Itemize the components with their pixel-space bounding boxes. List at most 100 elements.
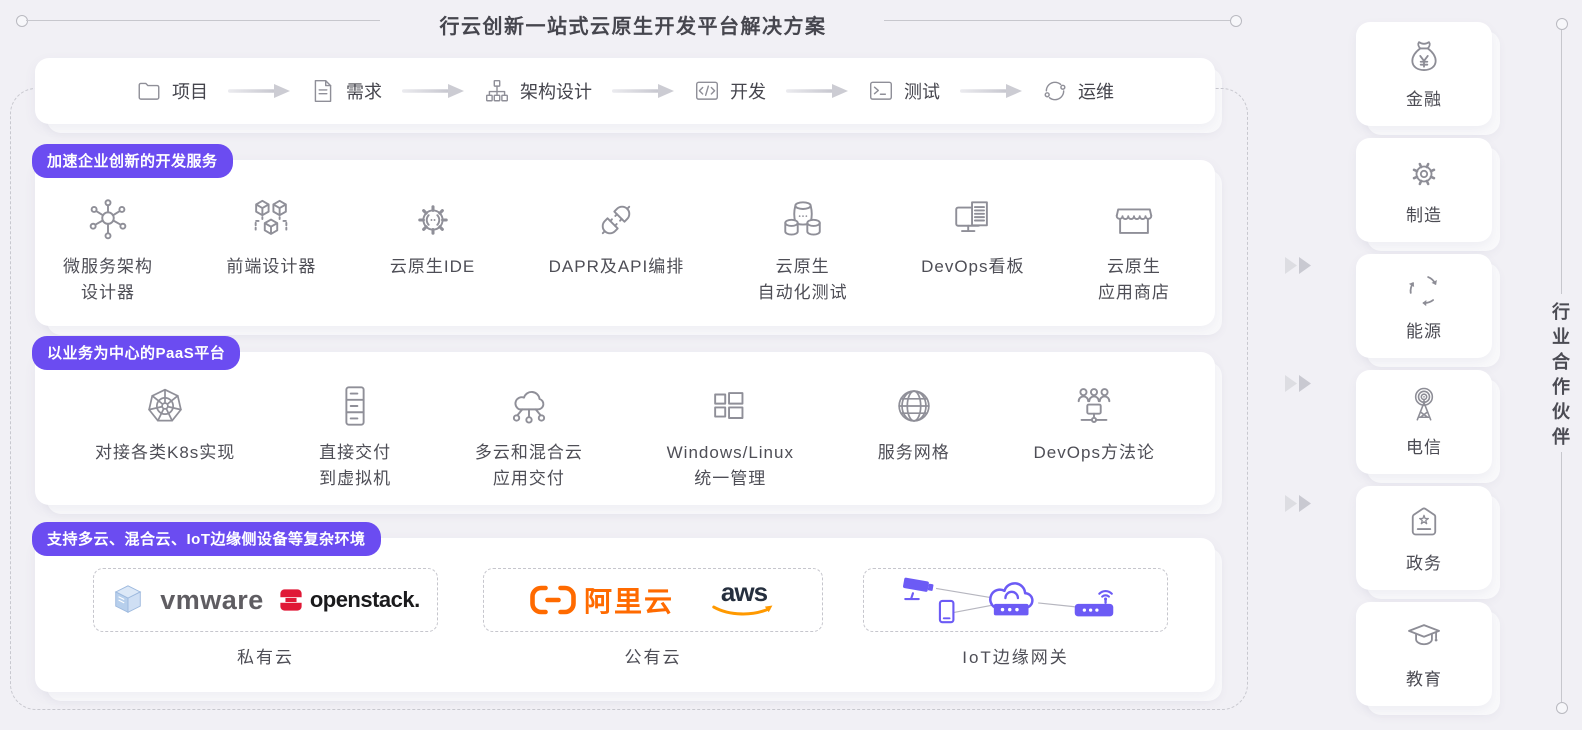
iot-edge-box xyxy=(863,568,1168,632)
dev-services-card: 加速企业创新的开发服务 微服务架构 设计器 前端设计器 云原生IDE DAPR及… xyxy=(32,144,1222,335)
workflow-step-operations: 运维 xyxy=(1042,78,1114,104)
service-item-label: DevOps方法论 xyxy=(1033,443,1155,462)
frontend-designer-icon xyxy=(255,199,288,235)
environments-card: 支持多云、混合云、IoT边缘侧设备等复杂环境 vmware openstack.… xyxy=(32,522,1222,701)
industry-label: 政务 xyxy=(1406,554,1442,573)
workflow-step-project: 项目 xyxy=(136,78,208,104)
service-item: DevOps看板 xyxy=(921,194,1024,280)
aws-logo: aws xyxy=(712,576,776,619)
service-item-label: 云原生 应用商店 xyxy=(1097,257,1170,302)
service-item-label: 直接交付 到虚拟机 xyxy=(319,443,392,488)
architecture-icon xyxy=(486,80,508,102)
industry-label: 制造 xyxy=(1406,206,1442,225)
devops-methodology-icon xyxy=(1077,388,1111,423)
service-item-label: 前端设计器 xyxy=(226,257,317,276)
page-title: 行云创新一站式云原生开发平台解决方案 xyxy=(439,16,827,38)
service-item-label: 服务网格 xyxy=(877,443,950,462)
industry-label: 教育 xyxy=(1406,670,1442,689)
industry-card-telecom: 电信 xyxy=(1356,370,1500,483)
money-bag-icon xyxy=(1411,41,1437,72)
public-cloud-box: 阿里云 aws xyxy=(483,568,823,632)
service-mesh-globe-icon xyxy=(898,390,930,422)
paas-platform-badge: 以业务为中心的PaaS平台 xyxy=(32,336,241,370)
private-cloud-box: vmware openstack. xyxy=(93,568,438,632)
solution-diagram: 行云创新一站式云原生开发平台解决方案 项目 需求 架构设计 开发 测试 运维 加… xyxy=(0,0,1582,730)
workflow-step-label: 项目 xyxy=(172,82,208,102)
service-item: 前端设计器 xyxy=(226,194,316,280)
sync-cycle-icon xyxy=(1044,81,1066,101)
code-window-icon xyxy=(696,81,718,100)
flow-arrow-icon xyxy=(402,84,464,98)
multicloud-delivery-icon xyxy=(512,391,545,424)
iot-edge-label: IoT边缘网关 xyxy=(962,648,1069,667)
service-item: 对接各类K8s实现 xyxy=(95,380,235,466)
openstack-wordmark: openstack. xyxy=(309,587,420,612)
vmware-logo: vmware xyxy=(160,584,264,615)
partner-rail-line-bottom xyxy=(1561,452,1562,702)
workflow-step-label: 架构设计 xyxy=(520,82,592,102)
industry-label: 能源 xyxy=(1406,322,1442,341)
public-cloud-group: 阿里云 aws 公有云 xyxy=(483,568,823,668)
server-cube-icon xyxy=(114,585,142,614)
alibaba-cloud-wordmark: 阿里云 xyxy=(583,586,674,617)
chevron-right-icon xyxy=(1285,257,1311,274)
partner-rail-dot-bottom xyxy=(1556,702,1568,714)
document-icon xyxy=(314,80,332,102)
iot-devices-icon xyxy=(902,577,1113,624)
workflow-step-testing: 测试 xyxy=(868,78,940,104)
kubernetes-wheel-icon xyxy=(148,388,182,422)
industry-label: 金融 xyxy=(1406,90,1442,109)
service-item-label: DAPR及API编排 xyxy=(548,257,685,276)
windows-panes-icon xyxy=(714,392,744,419)
chevron-right-icon xyxy=(1285,495,1311,512)
service-item: 微服务架构 设计器 xyxy=(63,194,153,305)
gear-icon xyxy=(1412,162,1436,186)
service-item: DevOps方法论 xyxy=(1034,380,1155,466)
industry-label: 电信 xyxy=(1406,438,1442,457)
workflow-step-label: 开发 xyxy=(730,82,766,102)
flow-arrow-icon xyxy=(612,84,674,98)
automated-test-db-icon xyxy=(783,201,821,236)
government-building-icon xyxy=(1411,507,1437,536)
iot-edge-group: IoT边缘网关 xyxy=(863,568,1168,668)
title-rule-right xyxy=(884,20,1230,21)
service-item: 直接交付 到虚拟机 xyxy=(319,380,391,491)
aws-smile-icon xyxy=(712,605,773,616)
workflow-step-label: 运维 xyxy=(1078,82,1114,102)
chevron-right-icon xyxy=(1285,375,1311,392)
antenna-tower-icon xyxy=(1414,387,1434,421)
app-store-icon xyxy=(1115,208,1153,234)
service-item: 云原生 应用商店 xyxy=(1098,194,1170,305)
devops-board-icon xyxy=(955,201,988,232)
workflow-step-label: 测试 xyxy=(904,82,940,102)
partner-rail-dot-top xyxy=(1556,18,1568,30)
microservice-designer-icon xyxy=(89,199,127,240)
service-item: 多云和混合云 应用交付 xyxy=(475,380,583,491)
service-item: Windows/Linux 统一管理 xyxy=(667,380,794,491)
workflow-step-development: 开发 xyxy=(694,78,766,104)
alibaba-cloud-logo: 阿里云 xyxy=(530,580,674,620)
recycle-icon xyxy=(1408,276,1437,307)
industry-card-education: 教育 xyxy=(1356,602,1500,715)
flow-arrow-icon xyxy=(786,84,848,98)
service-item: 云原生IDE xyxy=(390,194,475,280)
vm-server-icon xyxy=(345,386,365,426)
flow-arrow-icon xyxy=(228,84,290,98)
openstack-mark-icon xyxy=(278,589,303,611)
service-item: 云原生 自动化测试 xyxy=(758,194,848,305)
partner-rail-line-top xyxy=(1561,30,1562,294)
cloud-ide-icon xyxy=(417,205,448,235)
aws-wordmark: aws xyxy=(720,576,768,607)
flow-arrow-icon xyxy=(960,84,1022,98)
industry-card-manufacturing: 制造 xyxy=(1356,138,1500,251)
workflow-step-requirements: 需求 xyxy=(310,78,382,104)
service-item-label: Windows/Linux 统一管理 xyxy=(666,443,794,488)
service-item-label: DevOps看板 xyxy=(921,257,1025,276)
workflow-bar: 项目 需求 架构设计 开发 测试 运维 xyxy=(35,58,1222,133)
environments-badge: 支持多云、混合云、IoT边缘侧设备等复杂环境 xyxy=(32,522,381,556)
industry-card-government: 政务 xyxy=(1356,486,1500,599)
service-item: DAPR及API编排 xyxy=(549,194,685,280)
service-item-label: 多云和混合云 应用交付 xyxy=(474,443,583,488)
public-cloud-label: 公有云 xyxy=(624,648,682,667)
service-item-label: 对接各类K8s实现 xyxy=(95,443,236,462)
